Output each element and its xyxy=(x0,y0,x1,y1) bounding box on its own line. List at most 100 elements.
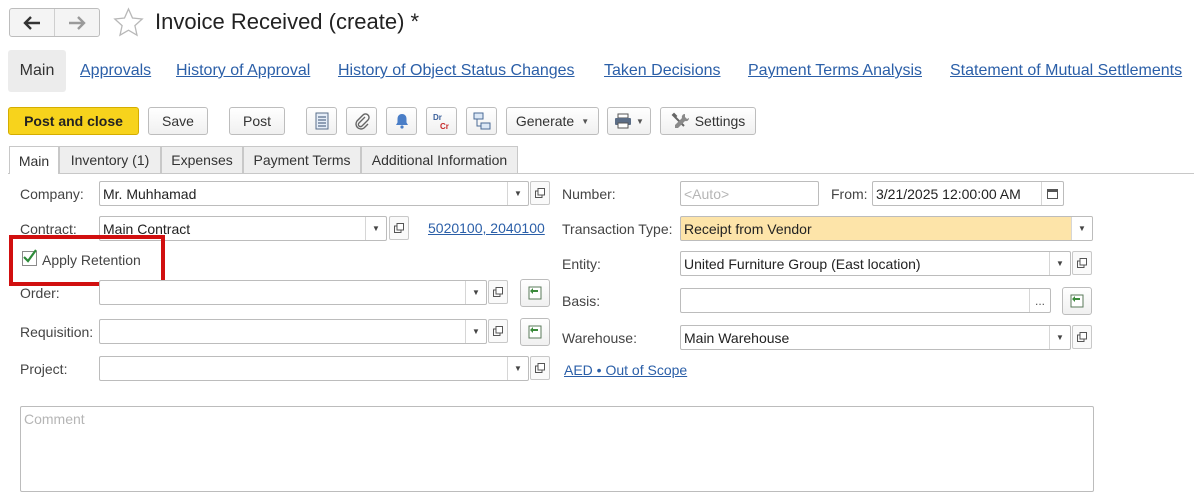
entity-open-button[interactable] xyxy=(1072,251,1092,275)
warehouse-label: Warehouse: xyxy=(562,330,637,346)
company-value: Mr. Muhhamad xyxy=(103,185,197,202)
open-window-icon xyxy=(535,363,545,373)
basis-field[interactable]: ... xyxy=(680,288,1051,313)
comment-placeholder: Comment xyxy=(24,411,85,427)
section-tab-main[interactable]: Main xyxy=(8,50,66,92)
open-window-icon xyxy=(1077,332,1087,342)
attachments-button[interactable] xyxy=(346,107,377,135)
order-label: Order: xyxy=(20,285,60,301)
reminder-button[interactable] xyxy=(386,107,417,135)
project-field[interactable]: ▼ xyxy=(99,356,529,381)
form-tab-additional-information[interactable]: Additional Information xyxy=(361,146,518,173)
contract-open-button[interactable] xyxy=(389,216,409,240)
generate-label: Generate xyxy=(515,113,575,129)
section-tab-approvals[interactable]: Approvals xyxy=(80,61,151,81)
form-tab-inventory[interactable]: Inventory (1) xyxy=(59,146,161,173)
project-open-button[interactable] xyxy=(530,356,550,380)
create-from-icon xyxy=(528,325,542,339)
dropdown-arrow-icon[interactable]: ▼ xyxy=(465,320,486,343)
select-ellipsis-icon[interactable]: ... xyxy=(1029,289,1050,312)
history-navigation xyxy=(9,8,100,37)
document-list-button[interactable] xyxy=(306,107,337,135)
open-window-icon xyxy=(493,326,503,336)
warehouse-field[interactable]: Main Warehouse ▼ xyxy=(680,325,1071,350)
basis-label: Basis: xyxy=(562,293,601,309)
entity-value: United Furniture Group (East location) xyxy=(684,255,921,272)
form-tab-main[interactable]: Main xyxy=(9,146,59,174)
apply-retention-checkbox[interactable] xyxy=(22,249,37,266)
caret-down-icon: ▼ xyxy=(636,116,644,126)
order-create-based-on-button[interactable] xyxy=(520,279,550,307)
svg-text:Cr: Cr xyxy=(440,122,449,131)
company-open-button[interactable] xyxy=(530,181,550,205)
company-label: Company: xyxy=(20,186,84,202)
settings-button[interactable]: Settings xyxy=(660,107,756,135)
favorite-star-icon[interactable] xyxy=(113,7,144,38)
forward-button[interactable] xyxy=(54,9,99,36)
transaction-type-label: Transaction Type: xyxy=(562,221,673,237)
dropdown-arrow-icon[interactable]: ▼ xyxy=(365,217,386,240)
section-tab-payment-terms-analysis[interactable]: Payment Terms Analysis xyxy=(748,61,922,81)
dr-cr-icon: DrCr xyxy=(433,113,449,131)
dropdown-arrow-icon[interactable]: ▼ xyxy=(465,281,486,304)
tools-icon xyxy=(671,112,689,128)
requisition-open-button[interactable] xyxy=(488,319,508,343)
arrow-left-icon xyxy=(23,15,40,30)
back-button[interactable] xyxy=(10,9,54,36)
dropdown-arrow-icon[interactable]: ▼ xyxy=(1049,326,1070,349)
contract-accounts-link[interactable]: 5020100, 2040100 xyxy=(428,220,545,236)
dropdown-arrow-icon[interactable]: ▼ xyxy=(1071,217,1092,240)
requisition-field[interactable]: ▼ xyxy=(99,319,487,344)
tax-rate-link[interactable]: AED • Out of Scope xyxy=(564,362,687,378)
warehouse-open-button[interactable] xyxy=(1072,325,1092,349)
section-tab-taken-decisions[interactable]: Taken Decisions xyxy=(604,61,721,81)
project-label: Project: xyxy=(20,361,68,377)
section-tab-statement-of-mutual-settlements[interactable]: Statement of Mutual Settlements xyxy=(950,61,1182,81)
warehouse-value: Main Warehouse xyxy=(684,329,790,346)
arrow-right-icon xyxy=(69,15,86,30)
number-field[interactable]: <Auto> xyxy=(680,181,819,206)
requisition-label: Requisition: xyxy=(20,324,94,340)
dropdown-arrow-icon[interactable]: ▼ xyxy=(507,182,528,205)
entity-field[interactable]: United Furniture Group (East location) ▼ xyxy=(680,251,1071,276)
bell-icon xyxy=(395,114,408,129)
open-window-icon xyxy=(493,287,503,297)
basis-create-based-on-button[interactable] xyxy=(1062,287,1092,315)
hierarchy-icon xyxy=(473,112,490,130)
form-tab-expenses[interactable]: Expenses xyxy=(161,146,243,173)
apply-retention-label: Apply Retention xyxy=(42,252,141,268)
section-tab-history-of-status-changes[interactable]: History of Object Status Changes xyxy=(338,61,575,81)
checkmark-icon xyxy=(23,249,37,263)
create-from-icon xyxy=(1070,294,1084,308)
calendar-icon[interactable] xyxy=(1041,182,1063,205)
document-list-icon xyxy=(315,112,328,130)
requisition-create-based-on-button[interactable] xyxy=(520,318,550,346)
comment-textarea[interactable]: Comment xyxy=(20,406,1094,492)
open-window-icon xyxy=(394,223,404,233)
section-tab-history-of-approval[interactable]: History of Approval xyxy=(176,61,310,81)
dropdown-arrow-icon[interactable]: ▼ xyxy=(1049,252,1070,275)
form-tab-payment-terms[interactable]: Payment Terms xyxy=(243,146,361,173)
paperclip-icon xyxy=(354,113,370,130)
dr-cr-journal-button[interactable]: Dr Cr xyxy=(426,107,457,135)
from-label: From: xyxy=(831,186,868,202)
dropdown-arrow-icon[interactable]: ▼ xyxy=(507,357,528,380)
transaction-type-value: Receipt from Vendor xyxy=(684,220,812,237)
entity-label: Entity: xyxy=(562,256,601,272)
company-field[interactable]: Mr. Muhhamad ▼ xyxy=(99,181,529,206)
post-and-close-button[interactable]: Post and close xyxy=(8,107,139,135)
order-field[interactable]: ▼ xyxy=(99,280,487,305)
save-button[interactable]: Save xyxy=(148,107,208,135)
order-open-button[interactable] xyxy=(488,280,508,304)
svg-text:Dr: Dr xyxy=(433,113,442,122)
post-button[interactable]: Post xyxy=(229,107,285,135)
print-dropdown-button[interactable]: ▼ xyxy=(607,107,651,135)
structure-button[interactable] xyxy=(466,107,497,135)
generate-dropdown-button[interactable]: Generate ▼ xyxy=(506,107,599,135)
tab-divider xyxy=(8,173,1194,174)
page-title: Invoice Received (create) * xyxy=(155,9,420,34)
transaction-type-field[interactable]: Receipt from Vendor ▼ xyxy=(680,216,1093,241)
number-placeholder: <Auto> xyxy=(684,185,730,202)
date-field[interactable]: 3/21/2025 12:00:00 AM xyxy=(872,181,1064,206)
open-window-icon xyxy=(1077,258,1087,268)
